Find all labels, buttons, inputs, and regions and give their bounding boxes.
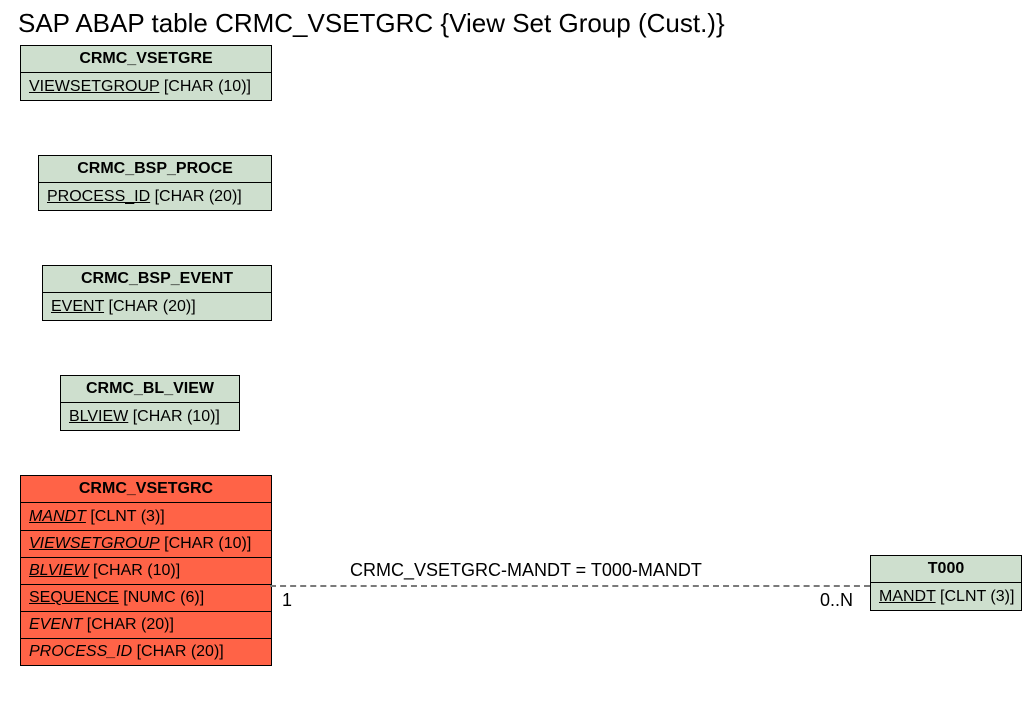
field-name: PROCESS_ID <box>29 643 132 660</box>
entity-row: VIEWSETGROUP [CHAR (10)] <box>21 530 271 557</box>
entity-row: EVENT [CHAR (20)] <box>43 293 271 320</box>
entity-row: BLVIEW [CHAR (10)] <box>61 403 239 430</box>
field-name: BLVIEW <box>29 562 89 579</box>
field-type: [CLNT (3)] <box>940 588 1014 605</box>
cardinality-left: 1 <box>282 590 292 611</box>
entity-row: VIEWSETGROUP [CHAR (10)] <box>21 73 271 100</box>
entity-header: CRMC_BL_VIEW <box>61 376 239 403</box>
cardinality-right: 0..N <box>820 590 853 611</box>
entity-row: MANDT [CLNT (3)] <box>871 583 1021 610</box>
field-type: [CLNT (3)] <box>90 508 164 525</box>
field-type: [CHAR (20)] <box>137 643 224 660</box>
field-type: [NUMC (6)] <box>123 589 204 606</box>
field-type: [CHAR (10)] <box>133 408 220 425</box>
entity-row: MANDT [CLNT (3)] <box>21 503 271 530</box>
field-type: [CHAR (20)] <box>87 616 174 633</box>
relationship-label: CRMC_VSETGRC-MANDT = T000-MANDT <box>350 560 702 581</box>
field-type: [CHAR (10)] <box>164 535 251 552</box>
entity-header: CRMC_BSP_EVENT <box>43 266 271 293</box>
entity-crmc-vsetgre: CRMC_VSETGRE VIEWSETGROUP [CHAR (10)] <box>20 45 272 101</box>
entity-header: CRMC_VSETGRE <box>21 46 271 73</box>
field-type: [CHAR (10)] <box>164 78 251 95</box>
field-name: SEQUENCE <box>29 589 119 606</box>
field-name: EVENT <box>51 298 104 315</box>
field-name: VIEWSETGROUP <box>29 535 160 552</box>
entity-header: T000 <box>871 556 1021 583</box>
field-name: MANDT <box>879 588 936 605</box>
entity-row: PROCESS_ID [CHAR (20)] <box>21 638 271 665</box>
field-name: VIEWSETGROUP <box>29 78 159 95</box>
diagram-title: SAP ABAP table CRMC_VSETGRC {View Set Gr… <box>18 8 725 39</box>
relationship-line <box>270 585 870 587</box>
entity-header: CRMC_BSP_PROCE <box>39 156 271 183</box>
entity-crmc-bsp-proce: CRMC_BSP_PROCE PROCESS_ID [CHAR (20)] <box>38 155 272 211</box>
field-name: BLVIEW <box>69 408 128 425</box>
field-name: EVENT <box>29 616 82 633</box>
field-type: [CHAR (20)] <box>109 298 196 315</box>
entity-t000: T000 MANDT [CLNT (3)] <box>870 555 1022 611</box>
field-type: [CHAR (20)] <box>155 188 242 205</box>
entity-crmc-bl-view: CRMC_BL_VIEW BLVIEW [CHAR (10)] <box>60 375 240 431</box>
field-type: [CHAR (10)] <box>93 562 180 579</box>
entity-row: SEQUENCE [NUMC (6)] <box>21 584 271 611</box>
entity-crmc-bsp-event: CRMC_BSP_EVENT EVENT [CHAR (20)] <box>42 265 272 321</box>
entity-crmc-vsetgrc: CRMC_VSETGRC MANDT [CLNT (3)] VIEWSETGRO… <box>20 475 272 666</box>
entity-header: CRMC_VSETGRC <box>21 476 271 503</box>
entity-row: EVENT [CHAR (20)] <box>21 611 271 638</box>
entity-row: PROCESS_ID [CHAR (20)] <box>39 183 271 210</box>
entity-row: BLVIEW [CHAR (10)] <box>21 557 271 584</box>
field-name: MANDT <box>29 508 86 525</box>
field-name: PROCESS_ID <box>47 188 150 205</box>
